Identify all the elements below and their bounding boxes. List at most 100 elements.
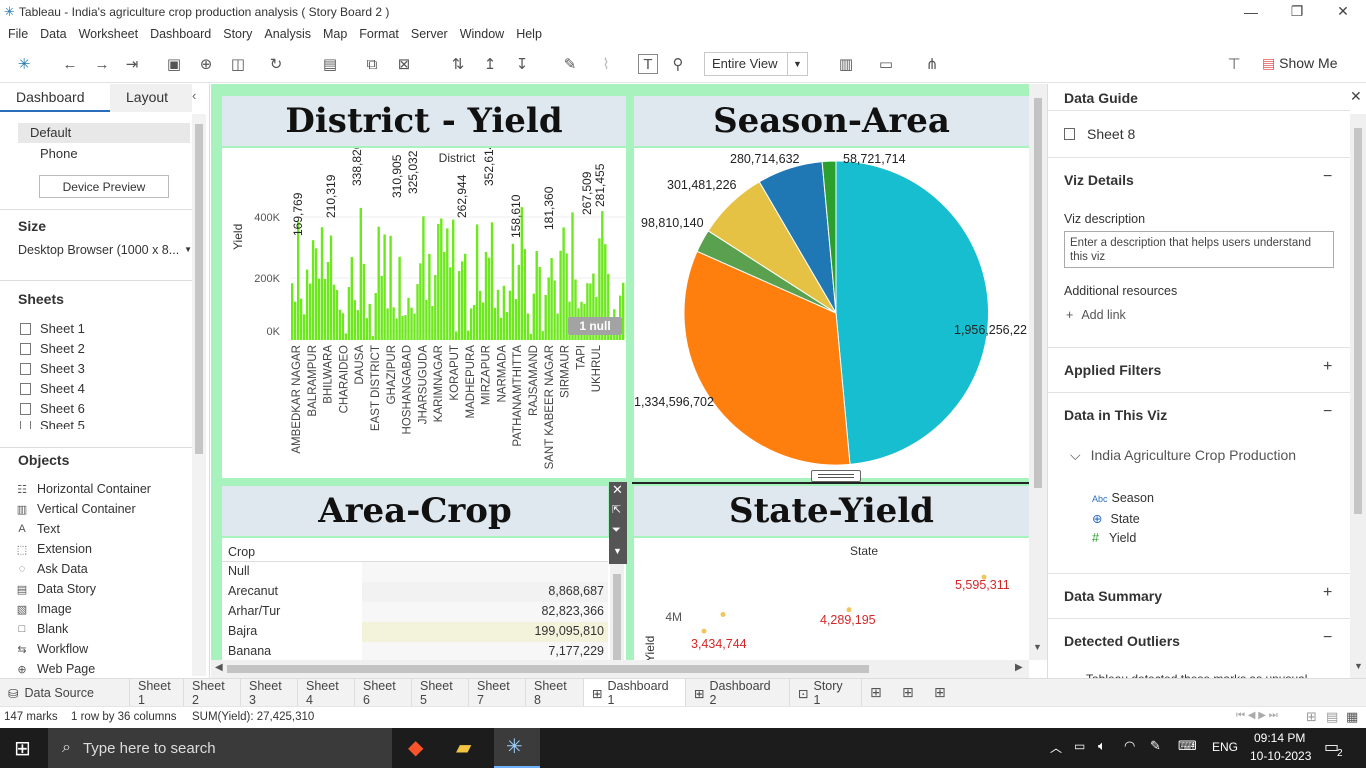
field-yield[interactable]: # Yield: [1092, 531, 1136, 545]
scatter-point[interactable]: [720, 612, 726, 617]
district-bar[interactable]: [308, 283, 312, 341]
tab-sheet[interactable]: Sheet 8: [526, 679, 584, 707]
tableau-taskbar-app[interactable]: ✳: [494, 728, 540, 768]
clear-sheet-icon[interactable]: ⊠: [394, 54, 414, 74]
menu-worksheet[interactable]: Worksheet: [73, 27, 145, 41]
cards-icon[interactable]: ▥: [836, 54, 856, 74]
district-bar[interactable]: [622, 282, 625, 340]
object-extension[interactable]: ⬚ Extension: [16, 542, 92, 556]
tab-layout[interactable]: Layout ‹: [110, 84, 196, 112]
district-bar[interactable]: [407, 297, 410, 340]
pause-updates-icon[interactable]: ◫: [228, 54, 248, 74]
volume-icon[interactable]: 🔈︎: [1098, 738, 1106, 754]
district-bar[interactable]: [446, 228, 449, 340]
scroll-thumb[interactable]: [1354, 128, 1362, 514]
state-yield-chart[interactable]: State Yield 4M 3,434,744 4,289,195 5,595,311: [634, 538, 1029, 660]
district-bar[interactable]: [490, 222, 494, 340]
pen-icon[interactable]: ✎: [1150, 738, 1161, 754]
district-bar[interactable]: [377, 226, 380, 340]
menu-data[interactable]: Data: [34, 27, 72, 41]
menu-window[interactable]: Window: [454, 27, 510, 41]
detected-outliers-header[interactable]: Detected Outliers: [1064, 633, 1180, 649]
district-bar[interactable]: [338, 309, 342, 340]
object-text[interactable]: A Text: [16, 522, 60, 536]
state-scatter-chart[interactable]: State Yield 4M 3,434,744 4,289,195 5,595,311: [634, 538, 1029, 660]
sheet-item[interactable]: Sheet 5: [20, 421, 85, 429]
district-bar[interactable]: [365, 318, 368, 340]
district-bar[interactable]: [455, 331, 458, 340]
scroll-thumb[interactable]: [195, 124, 203, 454]
tab-sheet[interactable]: Sheet 5: [412, 679, 469, 707]
add-link-button[interactable]: + Add link: [1066, 308, 1126, 322]
show-hidden-icons[interactable]: ︿: [1050, 739, 1062, 756]
menu-format[interactable]: Format: [353, 27, 405, 41]
viz-description-input[interactable]: Enter a description that helps users und…: [1064, 231, 1334, 268]
viz-details-header[interactable]: Viz Details: [1064, 172, 1134, 188]
district-bar[interactable]: [294, 301, 297, 340]
clock-time[interactable]: 09:14 PM: [1254, 731, 1305, 745]
filmstrip-view-icon[interactable]: ▦: [1346, 709, 1358, 725]
district-bar[interactable]: [532, 293, 535, 340]
object-blank[interactable]: □ Blank: [16, 622, 69, 636]
menu-analysis[interactable]: Analysis: [258, 27, 317, 41]
refresh-icon[interactable]: ↻: [266, 54, 286, 74]
sort-desc-icon[interactable]: ↧: [512, 54, 532, 74]
collapse-icon[interactable]: −: [1323, 403, 1332, 421]
tab-data-source[interactable]: ⛁ Data Source: [0, 679, 130, 707]
district-bar[interactable]: [317, 278, 321, 340]
field-season[interactable]: Abc Season: [1092, 491, 1154, 505]
district-bar[interactable]: [484, 251, 488, 340]
district-bar[interactable]: [326, 262, 330, 340]
menu-dashboard[interactable]: Dashboard: [144, 27, 217, 41]
collapse-icon[interactable]: −: [1323, 629, 1332, 647]
district-bar[interactable]: [538, 266, 541, 340]
undo-icon[interactable]: ←: [60, 54, 80, 74]
object-ask-data[interactable]: ◌ Ask Data: [16, 562, 88, 576]
tableau-home-icon[interactable]: ✳: [14, 54, 34, 74]
district-bar[interactable]: [425, 299, 428, 340]
field-state[interactable]: ⊕ State: [1092, 511, 1140, 526]
table-row[interactable]: Bajra 199,095,810: [222, 622, 608, 642]
applied-filters-header[interactable]: Applied Filters: [1064, 362, 1161, 378]
district-bar[interactable]: [323, 279, 327, 340]
close-icon[interactable]: ✕: [1350, 88, 1362, 105]
district-bar[interactable]: [380, 275, 383, 340]
district-bar[interactable]: [556, 313, 559, 341]
district-bar[interactable]: [529, 333, 532, 340]
datasource-row[interactable]: ⌵ India Agriculture Crop Production: [1070, 447, 1296, 464]
keyboard-icon[interactable]: ⌨: [1178, 738, 1197, 754]
district-bar[interactable]: [311, 240, 315, 340]
district-bar[interactable]: [511, 243, 515, 340]
tab-dashboard-1[interactable]: ⊞ Dashboard 1: [584, 679, 686, 707]
left-scrollbar[interactable]: [192, 114, 206, 676]
scroll-right-icon[interactable]: ▶: [1015, 662, 1023, 673]
taskbar-search[interactable]: ⌕ Type here to search: [48, 728, 392, 768]
district-bar[interactable]: [517, 265, 520, 340]
district-bar[interactable]: [565, 253, 568, 340]
district-bar[interactable]: [508, 290, 512, 340]
district-bar[interactable]: [458, 271, 461, 340]
tab-sheet[interactable]: Sheet 3: [241, 679, 298, 707]
device-phone[interactable]: Phone: [40, 146, 78, 161]
new-dashboard-icon[interactable]: ⊞: [902, 684, 914, 701]
district-bar[interactable]: [452, 219, 455, 340]
district-bar[interactable]: [410, 307, 413, 340]
filter-icon[interactable]: ⏷: [612, 524, 621, 537]
brave-browser-icon[interactable]: ◆: [408, 735, 423, 760]
expand-icon[interactable]: +: [1323, 358, 1332, 376]
new-story-icon[interactable]: ⊞: [934, 684, 946, 701]
collapse-icon[interactable]: ‹: [192, 88, 196, 103]
district-bar-chart[interactable]: District Yield 400K 200K 0K 169,769 210,319 338…: [222, 142, 626, 478]
object-horizontal-container[interactable]: ☷ Horizontal Container: [16, 482, 151, 496]
pin-icon[interactable]: ⚲: [668, 54, 688, 74]
table-row[interactable]: Null: [222, 562, 608, 582]
district-bar[interactable]: [353, 300, 356, 340]
swap-icon[interactable]: ⇅: [448, 54, 468, 74]
object-image[interactable]: ▧ Image: [16, 602, 72, 616]
list-view-icon[interactable]: ▤: [1326, 709, 1338, 725]
scroll-left-icon[interactable]: ◀: [215, 662, 223, 673]
tab-sheet[interactable]: Sheet 4: [298, 679, 355, 707]
group-icon[interactable]: ⌇: [596, 54, 616, 74]
table-scrollbar[interactable]: [610, 560, 624, 660]
district-bar[interactable]: [302, 314, 306, 340]
